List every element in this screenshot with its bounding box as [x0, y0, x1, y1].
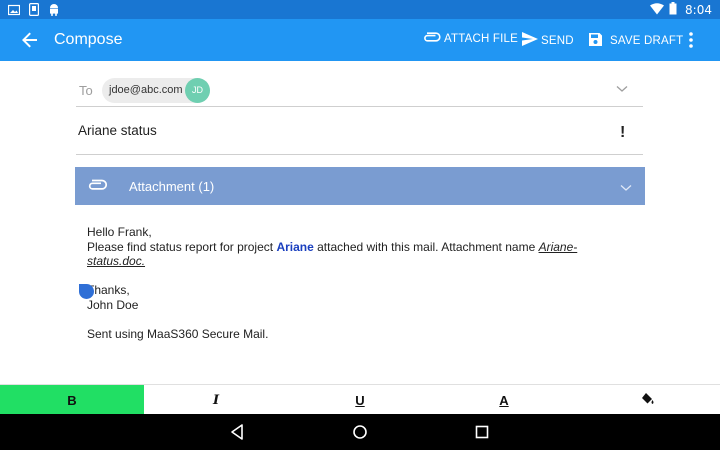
attachment-icon: [423, 32, 441, 45]
send-icon: [522, 32, 538, 49]
wifi-icon: [650, 2, 665, 18]
app-bar: Compose ATTACH FILE SEND SAVE DRAFT: [0, 19, 720, 61]
attachment-icon: [87, 178, 108, 196]
priority-button[interactable]: !: [620, 124, 625, 142]
save-icon: [588, 32, 603, 50]
clock: 8:04: [685, 3, 712, 17]
body-text-segment: Please find status report for project: [87, 239, 277, 254]
to-label: To: [79, 83, 93, 98]
avatar: JD: [185, 78, 210, 103]
attachment-label: Attachment (1): [129, 179, 215, 194]
chevron-down-icon[interactable]: [616, 80, 628, 98]
bold-button[interactable]: B: [0, 385, 144, 415]
save-draft-button[interactable]: SAVE DRAFT: [588, 32, 683, 50]
nav-home-icon[interactable]: [351, 423, 369, 441]
send-button[interactable]: SEND: [522, 32, 574, 49]
more-vert-icon[interactable]: [686, 31, 696, 49]
format-toolbar: B I U A: [0, 384, 720, 415]
nav-back-icon[interactable]: [229, 423, 247, 441]
page-title: Compose: [54, 31, 123, 48]
format-color-fill-icon: [641, 392, 655, 409]
recipient-email: jdoe@abc.com: [109, 84, 183, 96]
compose-screen: 8:04 Compose ATTACH FILE SEND SAVE DRAFT: [0, 0, 720, 450]
attachment-name: status.doc.: [87, 254, 146, 268]
signature-line: John Doe: [87, 297, 139, 312]
attachment-name: Ariane-: [538, 239, 578, 254]
attach-file-label: ATTACH FILE: [444, 32, 518, 45]
navigation-bar: [0, 414, 720, 450]
text-color-button[interactable]: A: [432, 385, 576, 415]
chevron-down-icon[interactable]: [620, 179, 632, 197]
recipient-chip[interactable]: jdoe@abc.com JD: [102, 78, 210, 103]
nav-recents-icon[interactable]: [473, 423, 491, 441]
battery-icon: [669, 2, 677, 18]
fill-color-button[interactable]: [576, 385, 720, 415]
italic-button[interactable]: I: [144, 385, 288, 415]
project-name: Ariane: [276, 239, 314, 254]
status-line-cont: status.doc.: [87, 254, 607, 269]
underline-button[interactable]: U: [288, 385, 432, 415]
text-cursor-handle[interactable]: [79, 284, 94, 299]
subject-field[interactable]: Ariane status !: [76, 117, 643, 155]
subject-text: Ariane status: [78, 123, 157, 138]
save-draft-label: SAVE DRAFT: [610, 35, 684, 47]
send-label: SEND: [541, 34, 574, 47]
thanks-line: Thanks,: [87, 283, 130, 297]
greeting-line: Hello Frank,: [87, 225, 152, 239]
arrow-back-icon[interactable]: [18, 28, 42, 52]
status-bar: 8:04: [0, 0, 720, 19]
message-body[interactable]: Hello Frank, Please find status report f…: [87, 225, 607, 341]
status-line: Please find status report for project Ar…: [87, 240, 607, 255]
attachment-bar[interactable]: Attachment (1): [75, 167, 645, 205]
to-field[interactable]: To jdoe@abc.com JD: [76, 76, 643, 107]
body-text-segment: attached with this mail. Attachment name: [313, 239, 539, 254]
attach-file-button[interactable]: ATTACH FILE: [423, 32, 518, 45]
footer-line: Sent using MaaS360 Secure Mail.: [87, 326, 269, 341]
